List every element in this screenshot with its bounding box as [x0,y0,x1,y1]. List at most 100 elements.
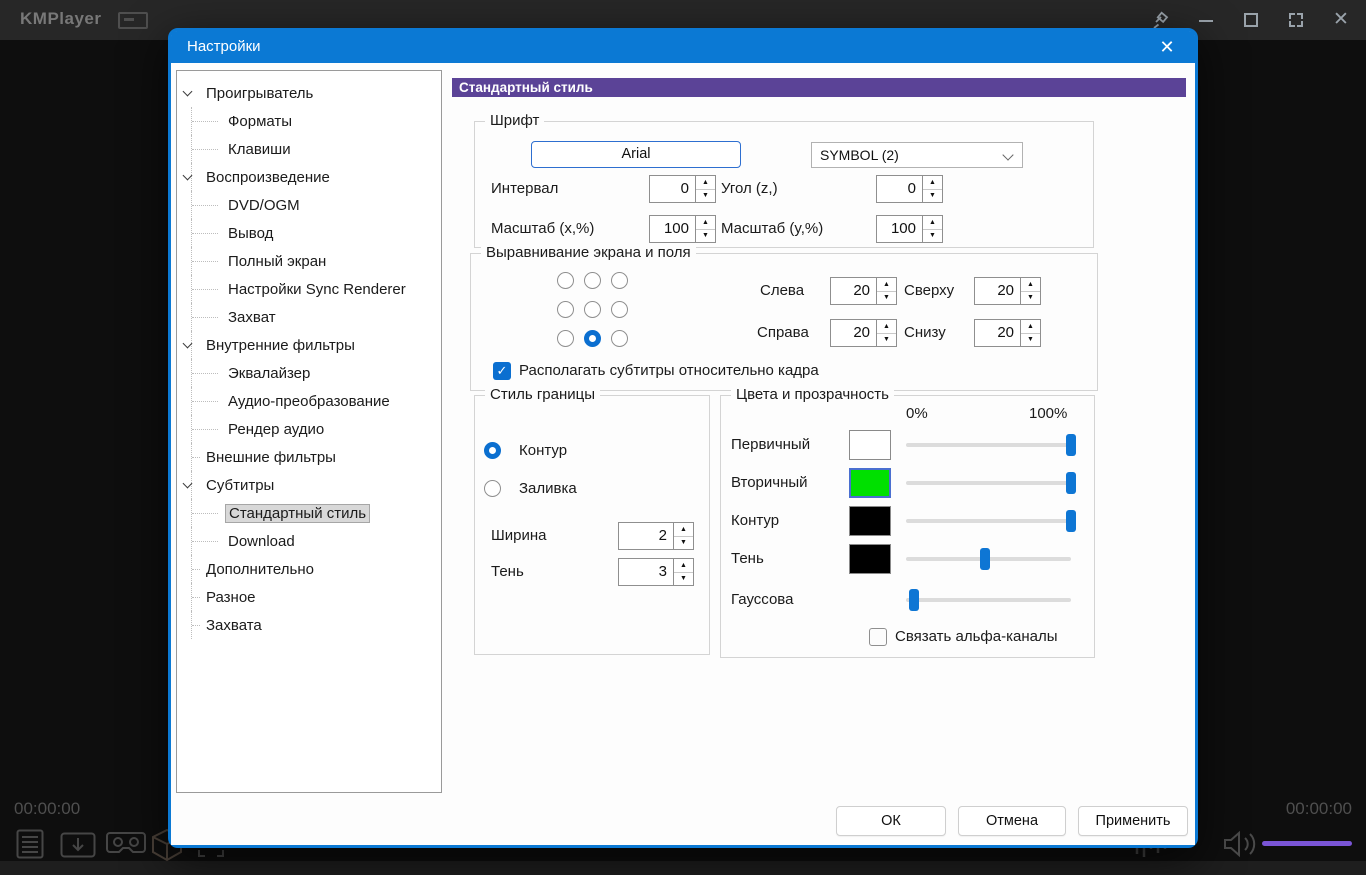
fullscreen-icon[interactable] [1287,11,1305,29]
tree-item[interactable]: DVD/OGM [177,191,441,219]
angle-spinner[interactable]: 0 ▲▼ [876,175,943,203]
spin-up-icon[interactable]: ▲ [674,523,693,536]
vr-glasses-icon[interactable] [106,830,146,858]
slider-thumb[interactable] [1066,434,1076,456]
spin-up-icon[interactable]: ▲ [923,216,942,229]
tree-item[interactable]: Настройки Sync Renderer [177,275,441,303]
tree-item[interactable]: Вывод [177,219,441,247]
tree-item[interactable]: Дополнительно [177,555,441,583]
outline-radio-label[interactable]: Контур [519,437,567,465]
slider-thumb[interactable] [1066,472,1076,494]
spin-up-icon[interactable]: ▲ [877,320,896,333]
tree-item[interactable]: Клавиши [177,135,441,163]
chevron-down-icon[interactable] [183,479,193,489]
secondary-alpha-slider[interactable] [906,481,1071,485]
align-top-right-radio[interactable] [611,272,628,289]
close-icon[interactable]: ✕ [1332,11,1350,29]
tree-item[interactable]: Проигрыватель [177,79,441,107]
fill-radio-label[interactable]: Заливка [519,475,577,503]
align-top-center-radio[interactable] [584,272,601,289]
slider-thumb[interactable] [1066,510,1076,532]
pin-icon[interactable] [1152,11,1170,29]
tree-item[interactable]: Аудио-преобразование [177,387,441,415]
chevron-down-icon[interactable] [183,87,193,97]
interval-spinner[interactable]: 0 ▲▼ [649,175,716,203]
gaussian-slider[interactable] [906,598,1071,602]
maximize-icon[interactable] [1242,11,1260,29]
download-icon[interactable] [60,832,96,858]
dialog-titlebar[interactable]: Настройки ✕ [171,31,1195,63]
align-bottom-right-radio[interactable] [611,330,628,347]
link-alpha-checkbox[interactable] [869,628,887,646]
margin-right-spinner[interactable]: 20 ▲▼ [830,319,897,347]
tree-item[interactable]: Захвата [177,611,441,639]
tree-item[interactable]: Разное [177,583,441,611]
slider-thumb[interactable] [909,589,919,611]
font-select-button[interactable]: Arial [531,141,741,168]
spin-down-icon[interactable]: ▼ [923,229,942,243]
spin-down-icon[interactable]: ▼ [696,229,715,243]
spin-up-icon[interactable]: ▲ [1021,320,1040,333]
spin-up-icon[interactable]: ▲ [877,278,896,291]
tree-item-selected[interactable]: Стандартный стиль [177,499,441,527]
shadow-color-swatch[interactable] [849,544,891,574]
align-bottom-center-radio[interactable] [584,330,601,347]
playlist-icon[interactable] [16,829,44,859]
shadow-spinner[interactable]: 3 ▲▼ [618,558,694,586]
spin-down-icon[interactable]: ▼ [877,291,896,305]
shadow-alpha-slider[interactable] [906,557,1071,561]
spin-up-icon[interactable]: ▲ [696,216,715,229]
outline-radio[interactable] [484,442,501,459]
compact-window-icon[interactable] [118,12,148,29]
scale-x-spinner[interactable]: 100 ▲▼ [649,215,716,243]
spin-down-icon[interactable]: ▼ [674,536,693,550]
spin-down-icon[interactable]: ▼ [1021,333,1040,347]
align-top-left-radio[interactable] [557,272,574,289]
ok-button[interactable]: ОК [836,806,946,836]
spin-down-icon[interactable]: ▼ [923,189,942,203]
spin-down-icon[interactable]: ▼ [696,189,715,203]
primary-color-swatch[interactable] [849,430,891,460]
margin-left-spinner[interactable]: 20 ▲▼ [830,277,897,305]
chevron-down-icon[interactable] [183,339,193,349]
outline-alpha-slider[interactable] [906,519,1071,523]
tree-item[interactable]: Рендер аудио [177,415,441,443]
charset-dropdown[interactable]: SYMBOL (2) [811,142,1023,168]
align-middle-left-radio[interactable] [557,301,574,318]
primary-alpha-slider[interactable] [906,443,1071,447]
tree-item[interactable]: Захват [177,303,441,331]
tree-item[interactable]: Download [177,527,441,555]
volume-slider[interactable] [1262,841,1352,846]
fill-radio[interactable] [484,480,501,497]
spin-up-icon[interactable]: ▲ [696,176,715,189]
position-relative-checkbox[interactable]: ✓ [493,362,511,380]
align-middle-center-radio[interactable] [584,301,601,318]
scale-y-spinner[interactable]: 100 ▲▼ [876,215,943,243]
slider-thumb[interactable] [980,548,990,570]
speaker-icon[interactable] [1222,830,1258,858]
tree-item[interactable]: Внешние фильтры [177,443,441,471]
width-spinner[interactable]: 2 ▲▼ [618,522,694,550]
spin-down-icon[interactable]: ▼ [674,572,693,586]
tree-item[interactable]: Воспроизведение [177,163,441,191]
minimize-icon[interactable] [1197,11,1215,29]
spin-down-icon[interactable]: ▼ [877,333,896,347]
apply-button[interactable]: Применить [1078,806,1188,836]
align-bottom-left-radio[interactable] [557,330,574,347]
secondary-color-swatch[interactable] [849,468,891,498]
tree-item[interactable]: Полный экран [177,247,441,275]
margin-top-spinner[interactable]: 20 ▲▼ [974,277,1041,305]
spin-down-icon[interactable]: ▼ [1021,291,1040,305]
dialog-close-icon[interactable]: ✕ [1153,31,1181,63]
tree-item[interactable]: Эквалайзер [177,359,441,387]
chevron-down-icon[interactable] [183,171,193,181]
spin-up-icon[interactable]: ▲ [674,559,693,572]
margin-bottom-spinner[interactable]: 20 ▲▼ [974,319,1041,347]
tree-item[interactable]: Форматы [177,107,441,135]
cancel-button[interactable]: Отмена [958,806,1066,836]
spin-up-icon[interactable]: ▲ [1021,278,1040,291]
tree-item[interactable]: Внутренние фильтры [177,331,441,359]
outline-color-swatch[interactable] [849,506,891,536]
tree-item[interactable]: Субтитры [177,471,441,499]
spin-up-icon[interactable]: ▲ [923,176,942,189]
